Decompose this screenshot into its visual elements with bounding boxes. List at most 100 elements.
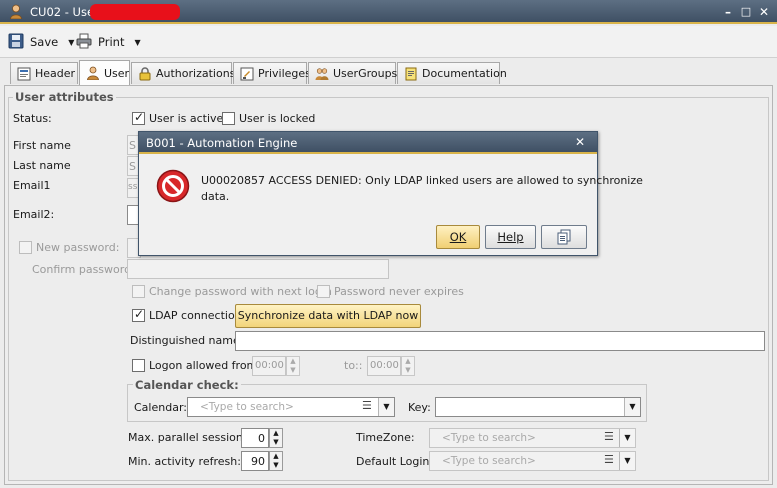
close-button[interactable]: ✕ bbox=[756, 4, 772, 20]
change-password-checkbox[interactable] bbox=[132, 285, 145, 298]
usergroups-icon bbox=[315, 67, 329, 81]
user-tab-icon bbox=[86, 66, 100, 81]
privileges-icon bbox=[240, 67, 254, 81]
timezone-search-input[interactable]: <Type to search> ☰ ▼ bbox=[429, 428, 636, 448]
email1-value: ss bbox=[128, 182, 138, 192]
logon-to-stepper[interactable]: ▲ ▼ bbox=[401, 356, 415, 376]
error-dialog: B001 - Automation Engine ✕ U00020857 ACC… bbox=[138, 131, 643, 256]
distinguished-name-label: Distinguished name: bbox=[130, 334, 244, 347]
logon-to-label: to:: bbox=[344, 359, 363, 372]
calendar-check-legend: Calendar check: bbox=[133, 378, 241, 392]
email1-label: Email1 bbox=[13, 179, 51, 192]
help-button[interactable]: Help bbox=[485, 225, 536, 249]
calendar-placeholder: <Type to search> bbox=[200, 401, 294, 413]
minimize-button[interactable]: – bbox=[720, 4, 736, 20]
tab-documentation[interactable]: Documentation bbox=[397, 62, 507, 84]
first-name-value: S bbox=[129, 139, 136, 152]
timezone-dropdown-icon[interactable]: ▼ bbox=[619, 429, 635, 447]
min-activity-refresh-value: 90 bbox=[251, 455, 265, 468]
logon-from-field[interactable]: 00:00 bbox=[252, 356, 286, 376]
copy-icon bbox=[556, 229, 572, 252]
print-dropdown-icon[interactable]: ▼ bbox=[134, 38, 140, 47]
logon-to-field[interactable]: 00:00 bbox=[367, 356, 401, 376]
max-parallel-sessions-field[interactable]: 0 bbox=[241, 428, 269, 448]
timezone-placeholder: <Type to search> bbox=[442, 432, 536, 444]
min-activity-refresh-label: Min. activity refresh: bbox=[128, 455, 241, 468]
dialog-title: B001 - Automation Engine bbox=[146, 136, 298, 150]
user-active-checkbox[interactable] bbox=[132, 110, 145, 125]
key-dropdown-icon[interactable]: ▼ bbox=[624, 398, 640, 416]
max-parallel-sessions-stepper[interactable]: ▲ ▼ bbox=[269, 428, 283, 448]
key-label: Key: bbox=[408, 401, 431, 414]
save-label: Save bbox=[30, 35, 59, 49]
new-password-label: New password: bbox=[36, 241, 120, 254]
tab-usergroups-label: UserGroups bbox=[333, 67, 398, 80]
logon-allowed-checkbox[interactable] bbox=[132, 359, 145, 372]
tab-user[interactable]: User bbox=[79, 60, 130, 85]
confirm-password-label: Confirm password: bbox=[32, 263, 135, 276]
user-active-label: User is active bbox=[149, 112, 224, 125]
redacted-username bbox=[90, 4, 180, 20]
key-select[interactable]: ▼ bbox=[435, 397, 641, 417]
tab-header[interactable]: Header bbox=[10, 62, 78, 84]
help-label: Help bbox=[497, 230, 524, 244]
maximize-button[interactable]: □ bbox=[738, 4, 754, 20]
min-activity-refresh-stepper[interactable]: ▲ ▼ bbox=[269, 451, 283, 471]
tab-authorizations-label: Authorizations bbox=[156, 67, 236, 80]
email2-label: Email2: bbox=[13, 208, 55, 221]
default-login-list-icon[interactable]: ☰ bbox=[604, 453, 614, 466]
tab-privileges-label: Privileges bbox=[258, 67, 311, 80]
tab-usergroups[interactable]: UserGroups bbox=[308, 62, 398, 84]
max-parallel-sessions-label: Max. parallel sessions: bbox=[128, 431, 253, 444]
timezone-label: TimeZone: bbox=[356, 431, 415, 444]
calendar-label: Calendar: bbox=[134, 401, 187, 414]
default-login-placeholder: <Type to search> bbox=[442, 455, 536, 467]
last-name-value: S bbox=[129, 160, 136, 173]
confirm-password-field[interactable] bbox=[127, 259, 389, 279]
documentation-icon bbox=[404, 67, 418, 81]
copy-button[interactable] bbox=[541, 225, 587, 249]
last-name-label: Last name bbox=[13, 159, 71, 172]
calendar-search-input[interactable]: <Type to search> ☰ ▼ bbox=[187, 397, 395, 417]
distinguished-name-field[interactable] bbox=[235, 331, 765, 351]
dialog-close-button[interactable]: ✕ bbox=[575, 135, 585, 149]
save-button[interactable]: Save ▼ bbox=[8, 33, 74, 51]
tab-bar: Header User Authorizations Privileges Us… bbox=[0, 59, 777, 85]
default-login-dropdown-icon[interactable]: ▼ bbox=[619, 452, 635, 470]
tab-privileges[interactable]: Privileges bbox=[233, 62, 311, 84]
user-attributes-legend: User attributes bbox=[13, 90, 116, 104]
calendar-dropdown-icon[interactable]: ▼ bbox=[378, 398, 394, 416]
ok-label: OK bbox=[449, 230, 467, 244]
window-title-bar: CU02 - User: – □ ✕ bbox=[0, 0, 777, 24]
toolbar: Save ▼ Print ▼ bbox=[0, 26, 777, 58]
user-locked-checkbox[interactable] bbox=[222, 112, 235, 125]
ok-button[interactable]: OK bbox=[436, 225, 480, 249]
print-button[interactable]: Print ▼ bbox=[76, 33, 141, 51]
dialog-message-line1: U00020857 ACCESS DENIED: Only LDAP linke… bbox=[201, 174, 643, 187]
save-dropdown-icon[interactable]: ▼ bbox=[68, 38, 74, 47]
min-activity-refresh-field[interactable]: 90 bbox=[241, 451, 269, 471]
default-login-search-input[interactable]: <Type to search> ☰ ▼ bbox=[429, 451, 636, 471]
ldap-connection-checkbox[interactable] bbox=[132, 307, 145, 322]
timezone-list-icon[interactable]: ☰ bbox=[604, 430, 614, 443]
tab-user-label: User bbox=[104, 66, 130, 80]
synchronize-ldap-button[interactable]: Synchronize data with LDAP now bbox=[235, 304, 421, 328]
lock-icon bbox=[138, 66, 152, 81]
tab-authorizations[interactable]: Authorizations bbox=[131, 62, 236, 84]
ldap-connection-label: LDAP connection bbox=[149, 309, 242, 322]
default-login-label: Default Login: bbox=[356, 455, 434, 468]
printer-icon bbox=[76, 33, 92, 52]
logon-allowed-label: Logon allowed from: bbox=[149, 359, 261, 372]
new-password-checkbox[interactable] bbox=[19, 241, 32, 254]
logon-from-stepper[interactable]: ▲ ▼ bbox=[286, 356, 300, 376]
header-tab-icon bbox=[17, 67, 31, 81]
list-icon[interactable]: ☰ bbox=[362, 399, 372, 412]
error-icon bbox=[156, 169, 190, 203]
dialog-message-line2: data. bbox=[201, 190, 230, 203]
never-expires-checkbox[interactable] bbox=[317, 285, 330, 298]
max-parallel-sessions-value: 0 bbox=[258, 432, 265, 445]
user-icon bbox=[9, 4, 23, 20]
first-name-label: First name bbox=[13, 139, 71, 152]
logon-to-value: 00:00 bbox=[370, 360, 399, 371]
user-locked-label: User is locked bbox=[239, 112, 316, 125]
